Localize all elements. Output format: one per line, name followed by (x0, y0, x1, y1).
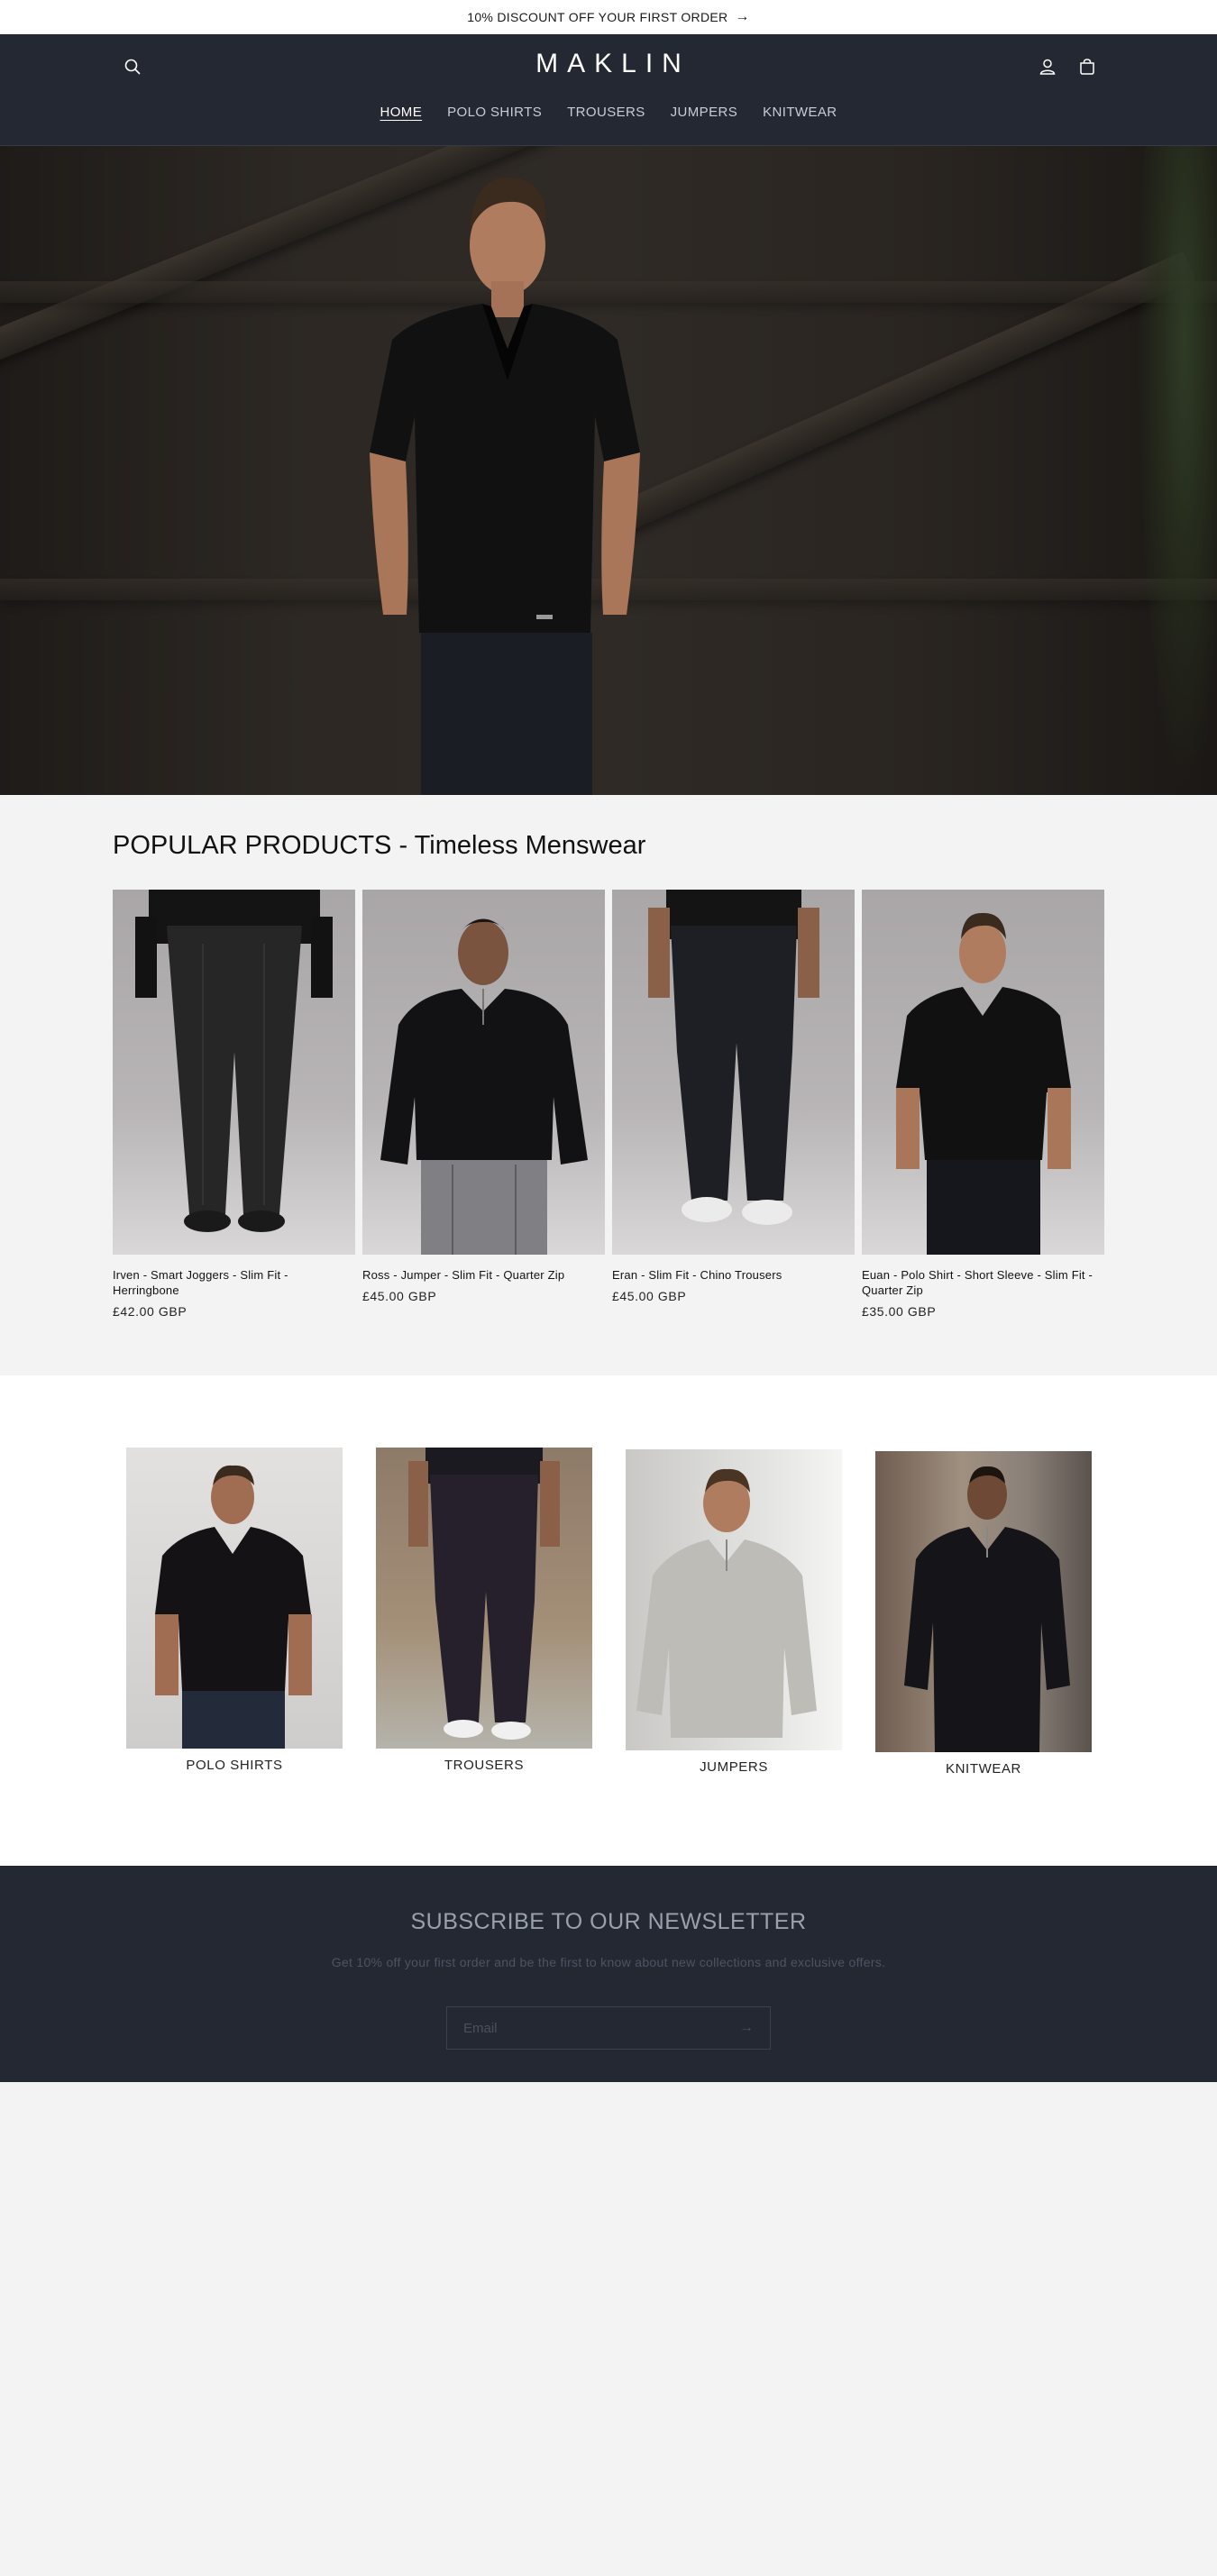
product-image[interactable] (862, 890, 1104, 1255)
product-image[interactable] (362, 890, 605, 1255)
newsletter-heading: SUBSCRIBE TO OUR NEWSLETTER (410, 1909, 807, 1934)
email-field[interactable] (463, 2020, 739, 2036)
product-image[interactable] (612, 890, 855, 1255)
nav-polo-shirts[interactable]: POLO SHIRTS (447, 105, 542, 120)
nav-jumpers[interactable]: JUMPERS (671, 105, 737, 120)
product-image[interactable] (113, 890, 355, 1255)
announcement-bar[interactable]: 10% DISCOUNT OFF YOUR FIRST ORDER → (0, 0, 1217, 34)
product-price: £42.00 GBP (113, 1304, 188, 1319)
nav-knitwear[interactable]: KNITWEAR (763, 105, 837, 120)
collection-card-jumpers[interactable]: JUMPERS (626, 1449, 842, 1775)
product-photo-chinos (648, 890, 819, 1225)
collection-label[interactable]: POLO SHIRTS (126, 1758, 343, 1773)
nav-trousers[interactable]: TROUSERS (567, 105, 645, 120)
product-photo-joggers (135, 890, 333, 1232)
main-nav: HOME POLO SHIRTS TROUSERS JUMPERS KNITWE… (0, 105, 1217, 120)
account-icon (1039, 59, 1056, 75)
collection-photo-knitwear (904, 1466, 1070, 1752)
product-photo-polo (896, 912, 1071, 1255)
product-card[interactable]: Ross - Jumper - Slim Fit - Quarter Zip £… (362, 890, 605, 1319)
collection-photo-trousers (408, 1448, 560, 1740)
collection-card-polo-shirts[interactable]: POLO SHIRTS (126, 1448, 343, 1773)
collection-image[interactable] (626, 1449, 842, 1750)
popular-products-section: POPULAR PRODUCTS - Timeless Menswear Irv… (0, 795, 1217, 1375)
collection-image[interactable] (376, 1448, 592, 1749)
cart-icon (1080, 59, 1094, 75)
collection-photo-polo (155, 1465, 312, 1749)
collection-label[interactable]: TROUSERS (376, 1758, 592, 1773)
newsletter-section: SUBSCRIBE TO OUR NEWSLETTER Get 10% off … (0, 1866, 1217, 2082)
collection-card-knitwear[interactable]: KNITWEAR (875, 1451, 1092, 1777)
hero-foliage (1136, 146, 1217, 795)
collections-section: POLO SHIRTS TROUSERS JUMPERS KNITWEAR (0, 1375, 1217, 1866)
cart-button[interactable] (1075, 54, 1100, 79)
site-header: MAKLIN HOME POLO SHIRTS TROUSERS JUMPERS… (0, 34, 1217, 146)
product-title[interactable]: Euan - Polo Shirt - Short Sleeve - Slim … (862, 1267, 1104, 1298)
product-photo-jumper (380, 918, 588, 1255)
email-field-wrapper: → (446, 2006, 771, 2050)
product-card[interactable]: Irven - Smart Joggers - Slim Fit - Herri… (113, 890, 355, 1319)
collection-image[interactable] (126, 1448, 343, 1749)
newsletter-subtext: Get 10% off your first order and be the … (331, 1955, 886, 1969)
product-title[interactable]: Eran - Slim Fit - Chino Trousers (612, 1267, 855, 1283)
product-title[interactable]: Ross - Jumper - Slim Fit - Quarter Zip (362, 1267, 605, 1283)
collection-label[interactable]: KNITWEAR (875, 1761, 1092, 1777)
collection-label[interactable]: JUMPERS (626, 1759, 842, 1775)
product-grid: Irven - Smart Joggers - Slim Fit - Herri… (113, 890, 1104, 1319)
hero-model-image (370, 177, 640, 795)
collection-card-trousers[interactable]: TROUSERS (376, 1448, 592, 1773)
product-card[interactable]: Eran - Slim Fit - Chino Trousers £45.00 … (612, 890, 855, 1319)
product-price: £45.00 GBP (612, 1289, 687, 1303)
collection-photo-jumper (636, 1468, 817, 1738)
account-button[interactable] (1035, 54, 1060, 79)
announcement-text: 10% DISCOUNT OFF YOUR FIRST ORDER (467, 10, 728, 24)
arrow-right-icon: → (735, 9, 750, 24)
section-heading: POPULAR PRODUCTS - Timeless Menswear (113, 831, 646, 860)
subscribe-arrow-icon[interactable]: → (739, 2020, 754, 2036)
product-price: £35.00 GBP (862, 1304, 937, 1319)
hero-banner (0, 146, 1217, 795)
nav-home[interactable]: HOME (380, 105, 423, 120)
product-price: £45.00 GBP (362, 1289, 437, 1303)
product-card[interactable]: Euan - Polo Shirt - Short Sleeve - Slim … (862, 890, 1104, 1319)
footer-area (0, 2082, 1217, 2576)
collection-image[interactable] (875, 1451, 1092, 1752)
product-title[interactable]: Irven - Smart Joggers - Slim Fit - Herri… (113, 1267, 355, 1298)
